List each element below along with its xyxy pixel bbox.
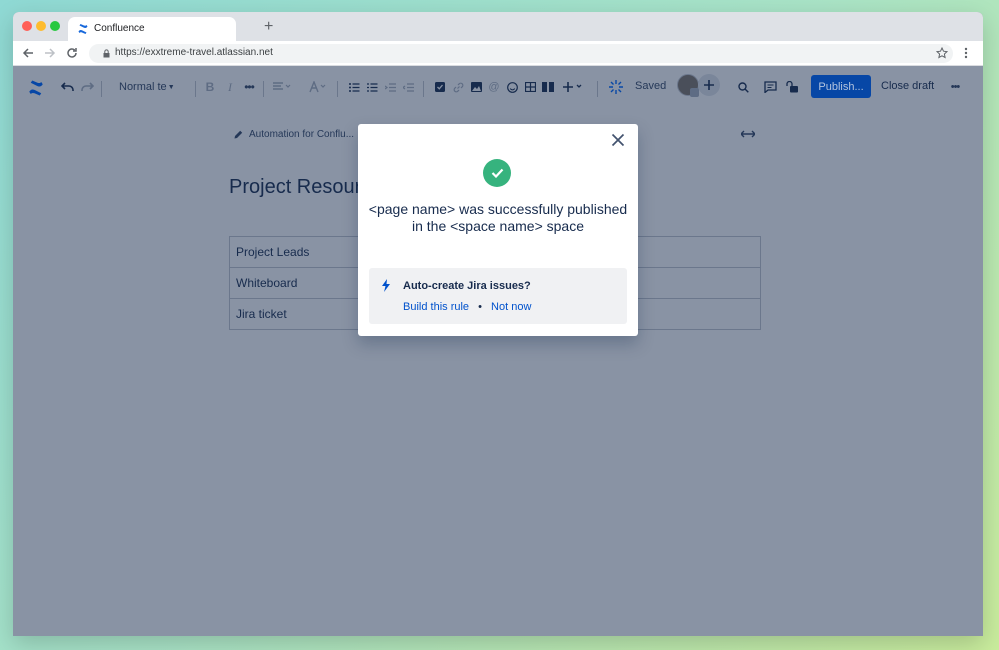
avatar-badge [690, 88, 699, 97]
maximize-window-button[interactable] [50, 21, 60, 31]
bullet-list-icon[interactable] [347, 67, 361, 107]
close-draft-button[interactable]: Close draft [881, 80, 934, 92]
insert-dropdown-icon[interactable] [561, 67, 585, 107]
lock-icon [103, 49, 110, 58]
tab-title: Confluence [94, 23, 145, 34]
arrow-left-icon [22, 48, 33, 58]
collaboration-sync-icon [607, 67, 625, 107]
reload-button[interactable] [63, 44, 81, 62]
mention-icon[interactable]: @ [487, 67, 501, 107]
bookmark-star-icon[interactable] [936, 47, 948, 59]
text-style-label: Normal te [119, 81, 167, 93]
toolbar-divider [423, 81, 424, 97]
reload-icon [67, 48, 77, 58]
italic-button[interactable]: I [223, 67, 237, 107]
lightning-bolt-icon [382, 279, 390, 292]
success-message: <page name> was successfully published i… [368, 201, 628, 234]
plus-icon [704, 80, 714, 90]
toolbar-divider [101, 81, 102, 97]
outdent-icon[interactable] [401, 67, 415, 107]
tab-strip: Confluence + [13, 12, 983, 41]
invite-button[interactable] [698, 74, 720, 96]
forward-button[interactable] [41, 44, 59, 62]
close-window-button[interactable] [22, 21, 32, 31]
numbered-list-icon[interactable] [365, 67, 379, 107]
text-color-dropdown-icon[interactable] [307, 67, 329, 107]
save-status: Saved [635, 80, 667, 92]
check-circle-icon [483, 159, 511, 187]
suggestion-actions: Build this rule • Not now [403, 301, 531, 313]
confluence-logo-icon [78, 24, 88, 34]
close-icon[interactable] [611, 133, 625, 147]
link-icon[interactable] [451, 67, 465, 107]
more-actions-icon[interactable]: ••• [947, 67, 963, 107]
breadcrumb[interactable]: Automation for Conflu... [249, 129, 354, 140]
confluence-home-icon[interactable] [25, 68, 47, 108]
chevron-down-icon: ▼ [167, 83, 175, 91]
toolbar-divider [337, 81, 338, 97]
arrow-right-icon [45, 48, 56, 58]
search-icon [737, 81, 749, 93]
automation-suggestion: Auto-create Jira issues? Build this rule… [369, 268, 627, 324]
bold-button[interactable]: B [203, 67, 217, 107]
inline-comments-button[interactable] [761, 67, 779, 107]
comment-icon [763, 81, 777, 93]
table-icon[interactable] [523, 67, 537, 107]
align-dropdown-icon[interactable] [271, 67, 293, 107]
toolbar-divider [195, 81, 196, 97]
pencil-icon [234, 130, 243, 139]
url-text: https://exxtreme-travel.atlassian.net [115, 47, 273, 58]
tab-confluence[interactable]: Confluence [68, 17, 236, 41]
toolbar-divider [263, 81, 264, 97]
page-title[interactable]: Project Resourc [229, 176, 371, 199]
link-separator: • [478, 301, 482, 313]
url-field[interactable]: https://exxtreme-travel.atlassian.net [89, 44, 953, 63]
browser-menu-icon[interactable] [964, 47, 968, 59]
not-now-link[interactable]: Not now [491, 301, 531, 313]
back-button[interactable] [19, 44, 37, 62]
restrictions-button[interactable] [783, 67, 801, 107]
text-style-dropdown[interactable]: Normal te ▼ [119, 67, 179, 107]
layouts-icon[interactable] [541, 67, 555, 107]
minimize-window-button[interactable] [36, 21, 46, 31]
redo-icon[interactable] [79, 67, 95, 107]
unlock-icon [785, 81, 798, 93]
publish-success-dialog: <page name> was successfully published i… [358, 124, 638, 336]
find-replace-button[interactable] [735, 67, 751, 107]
emoji-icon[interactable] [505, 67, 519, 107]
toolbar-divider [597, 81, 598, 97]
indent-icon[interactable] [383, 67, 397, 107]
new-tab-button[interactable]: + [264, 19, 273, 35]
build-rule-link[interactable]: Build this rule [403, 301, 469, 313]
more-formatting-icon[interactable]: ••• [241, 67, 257, 107]
publish-button[interactable]: Publish... [811, 75, 871, 98]
address-bar: https://exxtreme-travel.atlassian.net [13, 41, 983, 66]
checkbox-icon[interactable] [433, 67, 447, 107]
full-width-toggle-icon[interactable] [741, 130, 755, 138]
suggestion-title: Auto-create Jira issues? [403, 280, 531, 292]
image-icon[interactable] [469, 67, 483, 107]
undo-icon[interactable] [59, 67, 75, 107]
